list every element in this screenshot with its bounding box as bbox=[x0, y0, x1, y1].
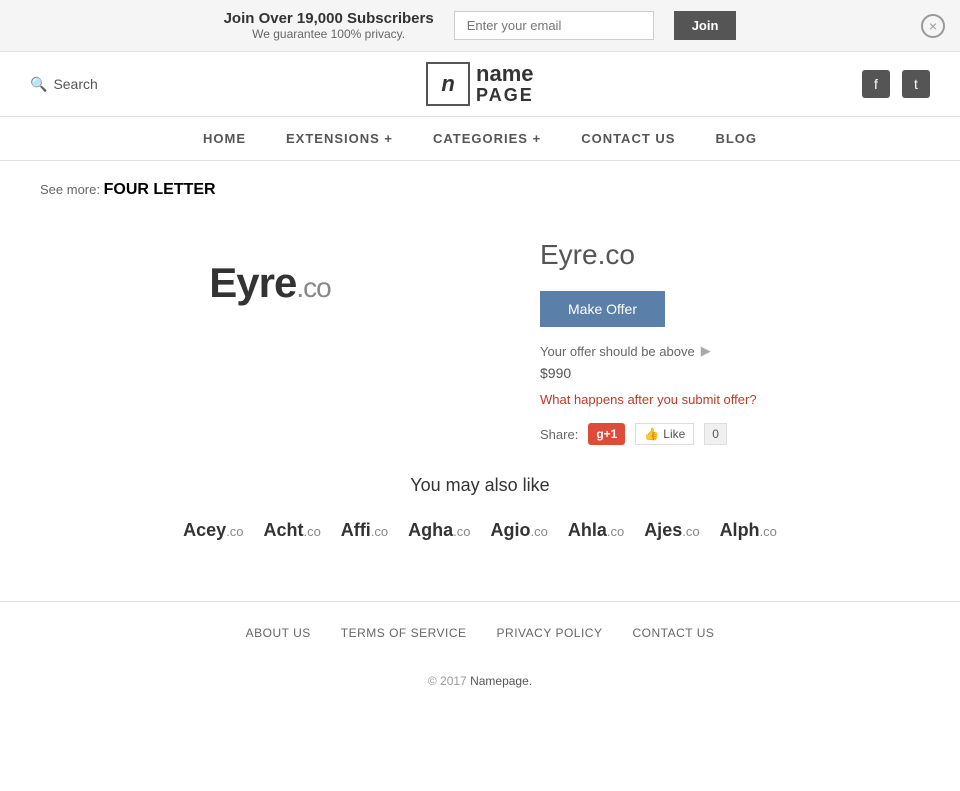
google-plus-button[interactable]: g+1 bbox=[588, 423, 625, 445]
content-area: See more: FOUR LETTER Eyre.co Eyre.co Ma… bbox=[0, 161, 960, 581]
search-icon: 🔍 bbox=[30, 76, 47, 93]
main-section: Eyre.co Eyre.co Make Offer Your offer sh… bbox=[40, 219, 920, 445]
footer-about[interactable]: ABOUT US bbox=[246, 626, 311, 640]
nav-extensions[interactable]: EXTENSIONS + bbox=[286, 131, 393, 146]
domain-tld-text: .co bbox=[453, 524, 470, 539]
list-item[interactable]: Agha.co bbox=[408, 520, 470, 541]
banner-title: Join Over 19,000 Subscribers bbox=[224, 10, 434, 27]
domain-name-text: Affi bbox=[341, 520, 371, 540]
banner-subtitle: We guarantee 100% privacy. bbox=[224, 27, 434, 41]
domain-info: Eyre.co Make Offer Your offer should be … bbox=[540, 219, 920, 445]
footer-contact[interactable]: CONTACT US bbox=[632, 626, 714, 640]
offer-amount: $990 bbox=[540, 365, 920, 381]
nav-contact[interactable]: CONTACT US bbox=[581, 131, 675, 146]
fb-thumbs-icon: 👍 bbox=[644, 427, 659, 441]
copyright-link[interactable]: Namepage. bbox=[470, 674, 532, 688]
domain-logo: Eyre.co bbox=[209, 259, 330, 307]
list-item[interactable]: Agio.co bbox=[490, 520, 547, 541]
twitter-icon[interactable]: t bbox=[902, 70, 930, 98]
logo-letter: n bbox=[441, 71, 454, 97]
domain-title: Eyre.co bbox=[540, 239, 920, 271]
logo-text: name PAGE bbox=[476, 62, 534, 106]
domain-tld-text: .co bbox=[760, 524, 777, 539]
domain-tld-text: .co bbox=[303, 524, 320, 539]
fb-like-label: Like bbox=[663, 427, 685, 441]
share-label: Share: bbox=[540, 427, 578, 442]
domain-tld-text: .co bbox=[371, 524, 388, 539]
domain-name-text: Ajes bbox=[644, 520, 682, 540]
header: 🔍 Search n name PAGE f t bbox=[0, 52, 960, 117]
also-like-section: You may also like Acey.coAcht.coAffi.coA… bbox=[40, 475, 920, 541]
list-item[interactable]: Alph.co bbox=[720, 520, 777, 541]
list-item[interactable]: Acht.co bbox=[263, 520, 320, 541]
copyright-year: © 2017 bbox=[428, 674, 467, 688]
see-more-label[interactable]: FOUR LETTER bbox=[104, 181, 216, 198]
main-nav: HOME EXTENSIONS + CATEGORIES + CONTACT U… bbox=[0, 117, 960, 161]
domain-name-text: Alph bbox=[720, 520, 760, 540]
footer-copyright: © 2017 Namepage. bbox=[0, 664, 960, 712]
domain-tld-text: .co bbox=[530, 524, 547, 539]
logo-page: PAGE bbox=[476, 85, 534, 105]
list-item[interactable]: Affi.co bbox=[341, 520, 388, 541]
nav-home[interactable]: HOME bbox=[203, 131, 246, 146]
domain-name-text: Ahla bbox=[568, 520, 607, 540]
nav-categories[interactable]: CATEGORIES + bbox=[433, 131, 541, 146]
fb-count: 0 bbox=[704, 423, 727, 445]
offer-hint: Your offer should be above ▶ bbox=[540, 343, 920, 359]
logo[interactable]: n name PAGE bbox=[426, 62, 534, 106]
domain-tld-text: .co bbox=[226, 524, 243, 539]
domain-name-text: Acht bbox=[263, 520, 303, 540]
domain-name-text: Agha bbox=[408, 520, 453, 540]
social-icons: f t bbox=[862, 70, 930, 98]
list-item[interactable]: Acey.co bbox=[183, 520, 243, 541]
also-like-grid: Acey.coAcht.coAffi.coAgha.coAgio.coAhla.… bbox=[40, 520, 920, 541]
join-button[interactable]: Join bbox=[674, 11, 737, 40]
offer-hint-text: Your offer should be above bbox=[540, 344, 695, 359]
logo-name: name bbox=[476, 61, 533, 86]
footer-links: ABOUT US TERMS OF SERVICE PRIVACY POLICY… bbox=[0, 601, 960, 664]
offer-arrow-icon: ▶ bbox=[701, 343, 711, 359]
domain-name-text: Agio bbox=[490, 520, 530, 540]
see-more-prefix: See more: bbox=[40, 182, 100, 197]
top-banner: Join Over 19,000 Subscribers We guarante… bbox=[0, 0, 960, 52]
domain-logo-tld: .co bbox=[296, 272, 330, 303]
search-label: Search bbox=[53, 76, 97, 92]
facebook-icon[interactable]: f bbox=[862, 70, 890, 98]
domain-tld-text: .co bbox=[607, 524, 624, 539]
nav-blog[interactable]: BLOG bbox=[715, 131, 757, 146]
search-trigger[interactable]: 🔍 Search bbox=[30, 76, 98, 93]
domain-logo-name: Eyre bbox=[209, 259, 296, 306]
banner-text: Join Over 19,000 Subscribers We guarante… bbox=[224, 10, 434, 41]
offer-what-happens-link[interactable]: What happens after you submit offer? bbox=[540, 392, 757, 407]
footer-privacy[interactable]: PRIVACY POLICY bbox=[497, 626, 603, 640]
also-like-title: You may also like bbox=[40, 475, 920, 496]
footer-terms[interactable]: TERMS OF SERVICE bbox=[341, 626, 467, 640]
logo-box: n bbox=[426, 62, 470, 106]
list-item[interactable]: Ahla.co bbox=[568, 520, 624, 541]
facebook-like-button[interactable]: 👍 Like bbox=[635, 423, 694, 445]
domain-name-text: Acey bbox=[183, 520, 226, 540]
see-more: See more: FOUR LETTER bbox=[40, 181, 920, 199]
make-offer-button[interactable]: Make Offer bbox=[540, 291, 665, 327]
list-item[interactable]: Ajes.co bbox=[644, 520, 699, 541]
share-row: Share: g+1 👍 Like 0 bbox=[540, 423, 920, 445]
close-button[interactable]: × bbox=[921, 14, 945, 38]
domain-tld-text: .co bbox=[682, 524, 699, 539]
email-input[interactable] bbox=[454, 11, 654, 40]
domain-logo-area: Eyre.co bbox=[40, 219, 500, 347]
